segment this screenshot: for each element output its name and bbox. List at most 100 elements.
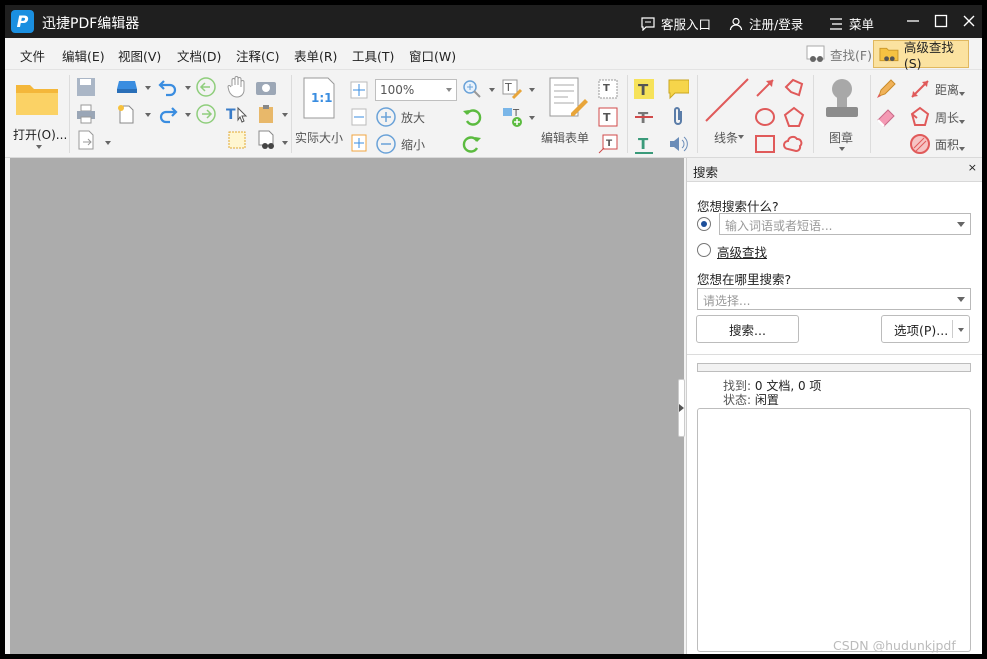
- undo-button[interactable]: [157, 76, 179, 98]
- search-results-list[interactable]: [697, 408, 971, 652]
- oval-tool-button[interactable]: [754, 106, 776, 128]
- print-button[interactable]: [75, 103, 97, 125]
- menu-edit[interactable]: 编辑(E): [62, 46, 105, 65]
- highlight-text-button[interactable]: T: [633, 78, 655, 100]
- panel-close-button[interactable]: ×: [968, 161, 977, 174]
- previous-view-button[interactable]: [195, 76, 217, 98]
- actual-size-button[interactable]: 1:1 实际大小: [295, 77, 345, 145]
- menu-form[interactable]: 表单(R): [294, 46, 337, 65]
- arrow-tool-button[interactable]: [754, 77, 776, 99]
- search-location-select[interactable]: 请选择...: [697, 288, 971, 310]
- zoom-level-select[interactable]: 100%: [375, 79, 457, 101]
- zoom-in-button[interactable]: 放大: [375, 106, 425, 128]
- select-text-button[interactable]: T: [226, 103, 248, 125]
- hand-tool-button[interactable]: [226, 76, 248, 98]
- actual-size-label: 实际大小: [295, 131, 344, 145]
- advanced-search-option-label[interactable]: 高级查找: [717, 242, 767, 261]
- customer-service-button[interactable]: 客服入口: [641, 14, 711, 33]
- note-button[interactable]: [667, 78, 689, 100]
- text-field-button[interactable]: T: [597, 78, 619, 100]
- stamp-label: 图章: [829, 131, 854, 145]
- fit-width-button[interactable]: [348, 106, 370, 128]
- options-dropdown-arrow: [958, 328, 964, 332]
- menu-file[interactable]: 文件: [20, 46, 45, 65]
- cloud-icon: [783, 135, 803, 152]
- redo-button[interactable]: [157, 103, 179, 125]
- next-view-button[interactable]: [195, 103, 217, 125]
- text-box-button[interactable]: T: [597, 106, 619, 128]
- edit-text-button[interactable]: T: [501, 78, 523, 100]
- search-button[interactable]: 搜索...: [696, 315, 799, 343]
- menu-comment[interactable]: 注释(C): [236, 46, 279, 65]
- menu-tools[interactable]: 工具(T): [352, 46, 394, 65]
- snapshot-button[interactable]: [255, 76, 277, 98]
- menu-window[interactable]: 窗口(W): [409, 46, 456, 65]
- zoom-tool-button[interactable]: [461, 78, 483, 100]
- options-button[interactable]: 选项(P)...: [881, 315, 970, 343]
- maximize-button[interactable]: [931, 11, 951, 31]
- highlight-icon: T: [634, 79, 654, 99]
- redo-dropdown-arrow: [185, 113, 191, 117]
- close-window-button[interactable]: [959, 11, 979, 31]
- open-button[interactable]: 打开(O)...: [9, 75, 67, 153]
- stamp-button[interactable]: 图章: [817, 77, 867, 153]
- pencil-icon: [877, 79, 896, 98]
- snapshot-select-button[interactable]: [226, 129, 248, 151]
- clipboard-icon: [259, 105, 273, 123]
- main-menu-button[interactable]: 菜单: [829, 14, 874, 33]
- rotate-right-button[interactable]: [461, 133, 483, 155]
- advanced-find-button[interactable]: 高级查找(S): [873, 40, 969, 71]
- image-text-add-icon: T: [503, 108, 522, 127]
- fit-visible-button[interactable]: [348, 132, 370, 154]
- menu-view[interactable]: 视图(V): [118, 46, 161, 65]
- area-tool-button[interactable]: 面积: [909, 133, 959, 155]
- strikeout-button[interactable]: T: [633, 106, 655, 128]
- rotate-left-button[interactable]: [461, 106, 483, 128]
- zoom-dropdown-arrow: [446, 88, 452, 92]
- radio-basic-search[interactable]: [697, 217, 711, 231]
- arrow-left-circle-icon: [196, 77, 216, 97]
- rotate-right-icon: [462, 136, 481, 153]
- panel-splitter-handle[interactable]: [678, 379, 685, 437]
- find-button[interactable]: 查找(F): [805, 41, 872, 67]
- eraser-button[interactable]: [875, 106, 897, 128]
- add-object-dropdown-arrow: [529, 116, 535, 120]
- document-canvas[interactable]: [10, 158, 684, 654]
- fit-page-button[interactable]: [348, 79, 370, 101]
- find-page-button[interactable]: [255, 129, 277, 151]
- polyline-icon: [784, 78, 804, 97]
- perimeter-tool-button[interactable]: 周长: [909, 106, 959, 128]
- export-button[interactable]: [75, 129, 97, 151]
- radio-advanced-search[interactable]: [697, 243, 711, 257]
- underline-button[interactable]: T: [633, 133, 655, 155]
- paste-button[interactable]: [255, 103, 277, 125]
- pencil-button[interactable]: [875, 78, 897, 100]
- distance-dropdown-arrow: [959, 92, 965, 96]
- new-document-button[interactable]: [115, 103, 137, 125]
- save-button[interactable]: [75, 76, 97, 98]
- add-object-button[interactable]: T: [501, 106, 523, 128]
- callout-button[interactable]: T: [597, 133, 619, 155]
- polygon-tool-button[interactable]: [783, 106, 805, 128]
- attach-file-button[interactable]: [667, 106, 689, 128]
- search-location-dropdown-arrow: [957, 297, 965, 302]
- login-button[interactable]: 注册/登录: [729, 14, 803, 33]
- scan-button[interactable]: [115, 76, 137, 98]
- search-term-input[interactable]: 输入词语或者短语...: [719, 213, 971, 235]
- distance-tool-button[interactable]: 距离: [909, 78, 959, 100]
- perimeter-dropdown-arrow: [959, 120, 965, 124]
- strikethrough-icon: T: [635, 109, 653, 127]
- sound-button[interactable]: [667, 133, 689, 155]
- zoom-out-button[interactable]: 缩小: [375, 133, 425, 155]
- minimize-button[interactable]: [903, 11, 923, 31]
- menu-document[interactable]: 文档(D): [177, 46, 221, 65]
- edit-form-button[interactable]: 编辑表单: [541, 77, 595, 145]
- cloud-tool-button[interactable]: [783, 133, 805, 155]
- svg-text:T: T: [638, 81, 649, 99]
- search-term-placeholder: 输入词语或者短语...: [725, 219, 833, 233]
- underline-icon: T: [635, 135, 653, 154]
- rectangle-tool-button[interactable]: [754, 133, 776, 155]
- polygon-line-button[interactable]: [783, 77, 805, 99]
- toolbar-separator: [291, 75, 292, 153]
- lines-button[interactable]: 线条: [702, 77, 752, 145]
